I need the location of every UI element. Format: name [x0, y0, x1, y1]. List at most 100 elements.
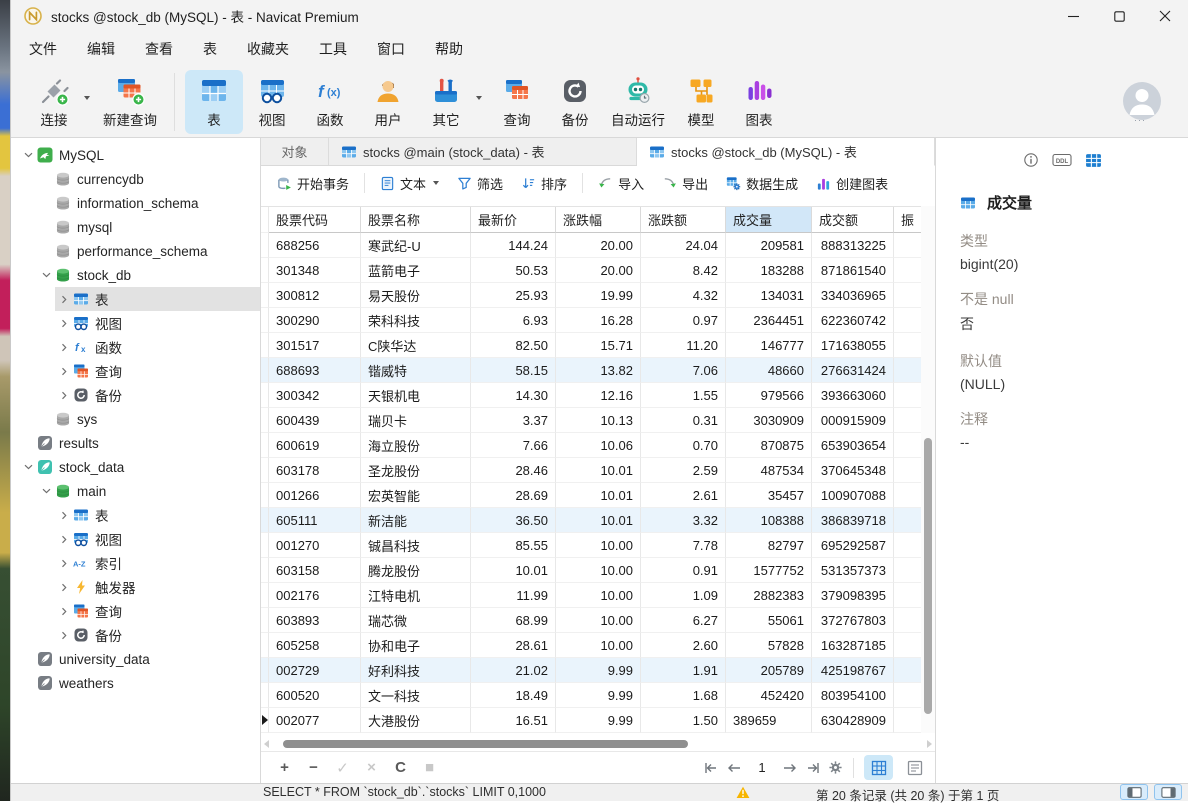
table-row[interactable]: 002729 好利科技 21.02 9.99 1.91 205789 425198767: [261, 658, 922, 683]
maximize-button[interactable]: [1096, 0, 1142, 32]
grid-cell[interactable]: 452420: [726, 683, 812, 708]
grid-cell[interactable]: 7.78: [641, 533, 726, 558]
tree-item-查询[interactable]: 查询: [11, 359, 260, 383]
toolbar-button-model-lg[interactable]: 模型: [672, 70, 730, 134]
tree-item-表[interactable]: 表: [11, 503, 260, 527]
grid-cell[interactable]: 0.97: [641, 308, 726, 333]
grid-cell[interactable]: 300290: [269, 308, 361, 333]
grid-cell[interactable]: [894, 658, 922, 683]
tree-item-body[interactable]: 视图: [55, 311, 260, 335]
grid-cell[interactable]: 000915909: [812, 408, 894, 433]
grid-cell[interactable]: [894, 308, 922, 333]
table-toolbar-export-button[interactable]: 导出: [654, 170, 716, 197]
chevron-right-icon[interactable]: [55, 391, 73, 400]
grid-cell[interactable]: 370645348: [812, 458, 894, 483]
table-row[interactable]: 605111 新洁能 36.50 10.01 3.32 108388 386839718: [261, 508, 922, 533]
grid-cell[interactable]: 2.60: [641, 633, 726, 658]
grid-cell[interactable]: 171638055: [812, 333, 894, 358]
grid-cell[interactable]: 6.27: [641, 608, 726, 633]
grid-cell[interactable]: 19.99: [556, 283, 641, 308]
grid-cell[interactable]: 301517: [269, 333, 361, 358]
delete-record-button[interactable]: −: [299, 759, 328, 776]
column-header-股票名称[interactable]: 股票名称: [361, 207, 471, 233]
tree-item-视图[interactable]: 视图: [11, 311, 260, 335]
grid-cell[interactable]: 300812: [269, 283, 361, 308]
grid-cell[interactable]: 铖昌科技: [361, 533, 471, 558]
grid-cell[interactable]: 腾龙股份: [361, 558, 471, 583]
close-button[interactable]: [1142, 0, 1188, 32]
stop-button[interactable]: ■: [415, 759, 444, 776]
table-toolbar-text-doc-button[interactable]: 文本: [372, 170, 447, 197]
grid-cell[interactable]: 10.00: [556, 633, 641, 658]
grid-cell[interactable]: 16.51: [471, 708, 556, 733]
grid-cell[interactable]: [894, 283, 922, 308]
grid-cell[interactable]: 寒武纪-U: [361, 233, 471, 258]
tree-item-body[interactable]: 备份: [55, 623, 260, 647]
grid-cell[interactable]: 4.32: [641, 283, 726, 308]
toolbar-button-table-lg[interactable]: 表: [185, 70, 243, 134]
refresh-button[interactable]: C: [386, 759, 415, 776]
next-page-button-icon[interactable]: [782, 762, 798, 774]
grid-cell[interactable]: 85.55: [471, 533, 556, 558]
table-row[interactable]: 603893 瑞芯微 68.99 10.00 6.27 55061 372767803: [261, 608, 922, 633]
table-row[interactable]: 688693 锴威特 58.15 13.82 7.06 48660 276631424: [261, 358, 922, 383]
tree-item-body[interactable]: mysql: [37, 215, 260, 239]
table-row[interactable]: 301517 C陕华达 82.50 15.71 11.20 146777 171638055: [261, 333, 922, 358]
grid-cell[interactable]: 2.61: [641, 483, 726, 508]
grid-cell[interactable]: 20.00: [556, 233, 641, 258]
discard-changes-button[interactable]: ×: [357, 759, 386, 776]
tree-item-body[interactable]: results: [19, 431, 260, 455]
tree-item-触发器[interactable]: 触发器: [11, 575, 260, 599]
grid-cell[interactable]: 宏英智能: [361, 483, 471, 508]
grid-cell[interactable]: 12.16: [556, 383, 641, 408]
grid-cell[interactable]: 487534: [726, 458, 812, 483]
grid-cell[interactable]: 锴威特: [361, 358, 471, 383]
grid-cell[interactable]: 2.59: [641, 458, 726, 483]
grid-cell[interactable]: [894, 608, 922, 633]
grid-cell[interactable]: 205789: [726, 658, 812, 683]
grid-cell[interactable]: 25.93: [471, 283, 556, 308]
grid-cell[interactable]: 630428909: [812, 708, 894, 733]
grid-cell[interactable]: 协和电子: [361, 633, 471, 658]
grid-cell[interactable]: [894, 333, 922, 358]
grid-cell[interactable]: C陕华达: [361, 333, 471, 358]
grid-cell[interactable]: 18.49: [471, 683, 556, 708]
grid-cell[interactable]: 7.06: [641, 358, 726, 383]
tree-item-备份[interactable]: 备份: [11, 383, 260, 407]
table-row[interactable]: 001270 铖昌科技 85.55 10.00 7.78 82797 695292587: [261, 533, 922, 558]
grid-cell[interactable]: [894, 483, 922, 508]
grid-cell[interactable]: 653903654: [812, 433, 894, 458]
grid-cell[interactable]: 605258: [269, 633, 361, 658]
grid-cell[interactable]: [894, 683, 922, 708]
table-toolbar-transaction-button[interactable]: 开始事务: [269, 170, 357, 197]
grid-cell[interactable]: 688256: [269, 233, 361, 258]
table-row[interactable]: 600520 文一科技 18.49 9.99 1.68 452420 803954100: [261, 683, 922, 708]
limit-settings-button-icon[interactable]: [828, 760, 843, 775]
tree-item-sys[interactable]: sys: [11, 407, 260, 431]
grid-cell[interactable]: 28.69: [471, 483, 556, 508]
grid-cell[interactable]: 9.99: [556, 683, 641, 708]
grid-cell[interactable]: 6.93: [471, 308, 556, 333]
grid-cell[interactable]: 10.01: [556, 458, 641, 483]
tab-stocks @stock_db (MySQL) - 表[interactable]: stocks @stock_db (MySQL) - 表: [637, 138, 935, 166]
tree-item-body[interactable]: MySQL: [19, 143, 260, 167]
table-row[interactable]: 603158 腾龙股份 10.01 10.00 0.91 1577752 531357373: [261, 558, 922, 583]
grid-cell[interactable]: 21.02: [471, 658, 556, 683]
grid-cell[interactable]: 276631424: [812, 358, 894, 383]
grid-cell[interactable]: 688693: [269, 358, 361, 383]
grid-cell[interactable]: 海立股份: [361, 433, 471, 458]
grid-cell[interactable]: 379098395: [812, 583, 894, 608]
table-row[interactable]: 300342 天银机电 14.30 12.16 1.55 979566 393663060: [261, 383, 922, 408]
grid-cell[interactable]: 58.15: [471, 358, 556, 383]
toolbar-button-automation-lg[interactable]: 自动运行: [604, 70, 672, 134]
grid-cell[interactable]: 600520: [269, 683, 361, 708]
grid-cell[interactable]: [894, 233, 922, 258]
dropdown-caret-icon[interactable]: [433, 181, 440, 185]
tree-item-currencydb[interactable]: currencydb: [11, 167, 260, 191]
tree-item-stock_data[interactable]: stock_data: [11, 455, 260, 479]
tree-item-body[interactable]: sys: [37, 407, 260, 431]
grid-cell[interactable]: [894, 258, 922, 283]
horizontal-scrollbar-thumb[interactable]: [283, 740, 688, 748]
tree-item-body[interactable]: information_schema: [37, 191, 260, 215]
grid-cell[interactable]: 蓝箭电子: [361, 258, 471, 283]
